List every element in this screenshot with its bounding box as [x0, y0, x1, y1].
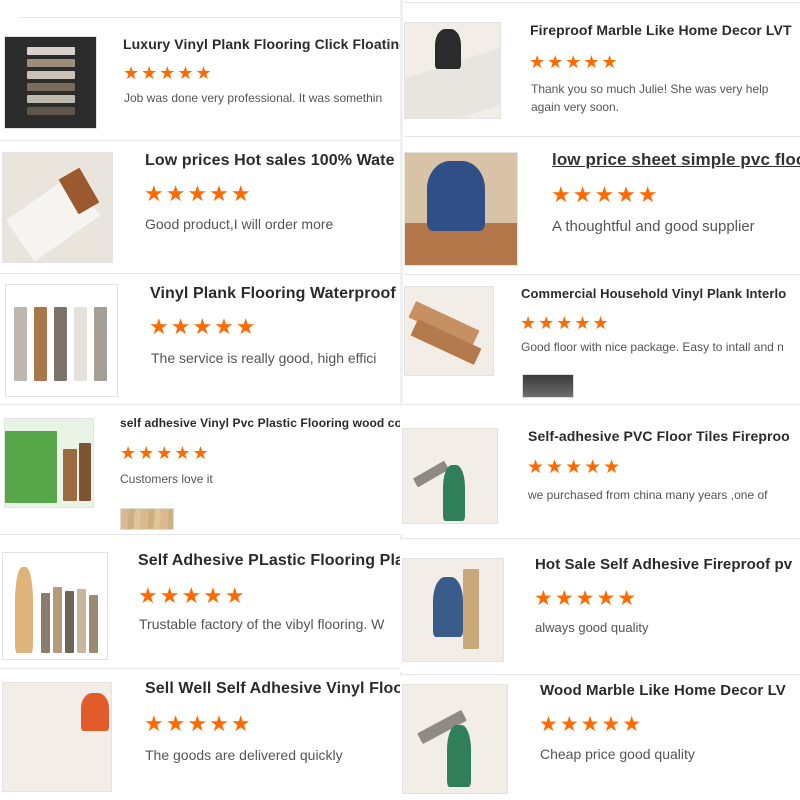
- peel-tape-roll-image[interactable]: [2, 152, 113, 263]
- stacked-wood-planks-image[interactable]: [404, 286, 494, 376]
- rating-stars: ★★★★★: [539, 713, 644, 736]
- product-title[interactable]: self adhesive Vinyl Pvc Plastic Flooring…: [120, 416, 400, 430]
- review-card[interactable]: Self-adhesive PVC Floor Tiles Fireproo ★…: [400, 406, 800, 534]
- card-divider: [404, 674, 800, 675]
- product-title[interactable]: Low prices Hot sales 100% Wate: [145, 152, 400, 170]
- review-text: always good quality: [535, 620, 649, 635]
- review-text: Thank you so much Julie! She was very he…: [531, 82, 769, 96]
- review-text: Customers love it: [120, 472, 213, 486]
- rating-stars: ★★★★★: [527, 457, 623, 478]
- product-title[interactable]: Hot Sale Self Adhesive Fireproof pv: [535, 556, 800, 573]
- worker-kneeling-image[interactable]: [404, 152, 518, 266]
- product-title[interactable]: Sell Well Self Adhesive Vinyl Floo: [145, 680, 400, 698]
- rating-stars: ★★★★★: [149, 314, 258, 339]
- vinyl-plank-samples-image[interactable]: [4, 36, 97, 129]
- installer-wood-floor-image[interactable]: [2, 682, 112, 792]
- review-text: we purchased from china many years ,one …: [528, 488, 768, 502]
- review-card[interactable]: Hot Sale Self Adhesive Fireproof pv ★★★★…: [400, 540, 800, 672]
- review-card[interactable]: self adhesive Vinyl Pvc Plastic Flooring…: [0, 406, 400, 532]
- card-divider: [0, 273, 400, 274]
- review-card[interactable]: Low prices Hot sales 100% Wate ★★★★★ Goo…: [0, 142, 400, 270]
- rating-stars: ★★★★★: [529, 52, 620, 72]
- review-card[interactable]: Self Adhesive PLastic Flooring Plai ★★★★…: [0, 536, 400, 666]
- rating-stars: ★★★★★: [534, 587, 639, 610]
- review-card[interactable]: Wood Marble Like Home Decor LV ★★★★★ Che…: [400, 676, 800, 800]
- rating-stars: ★★★★★: [123, 63, 214, 83]
- warehouse-worker-image[interactable]: [402, 428, 498, 524]
- card-divider: [404, 136, 800, 137]
- review-card[interactable]: Fireproof Marble Like Home Decor LVT ★★★…: [404, 4, 800, 132]
- rating-stars: ★★★★★: [138, 583, 247, 608]
- five-plank-swatches-image[interactable]: [5, 284, 118, 397]
- review-attachment-image[interactable]: [522, 374, 574, 398]
- card-divider: [404, 538, 800, 539]
- catalog-planks-image[interactable]: [4, 418, 94, 508]
- card-divider: [0, 404, 400, 405]
- product-title[interactable]: Fireproof Marble Like Home Decor LVT: [530, 22, 800, 38]
- product-title[interactable]: Commercial Household Vinyl Plank Interlo: [521, 286, 800, 301]
- review-attachment-image[interactable]: [120, 508, 174, 530]
- product-title[interactable]: low price sheet simple pvc floo: [552, 150, 800, 170]
- review-card[interactable]: Sell Well Self Adhesive Vinyl Floo ★★★★★…: [0, 670, 400, 800]
- card-divider: [0, 668, 400, 669]
- rating-stars: ★★★★★: [520, 313, 611, 333]
- review-text: Job was done very professional. It was s…: [124, 91, 383, 105]
- card-divider: [0, 140, 400, 141]
- rating-stars: ★★★★★: [144, 181, 253, 206]
- review-text: Trustable factory of the vibyl flooring.…: [139, 616, 385, 632]
- rating-stars: ★★★★★: [551, 182, 660, 207]
- top-divider-right: [404, 2, 800, 3]
- product-title[interactable]: Wood Marble Like Home Decor LV: [540, 682, 800, 699]
- review-card[interactable]: Commercial Household Vinyl Plank Interlo…: [404, 276, 800, 400]
- review-text: The service is really good, high effici: [151, 350, 377, 366]
- review-card[interactable]: Vinyl Plank Flooring Waterproof ★★★★★ Th…: [0, 275, 400, 400]
- installing-floor-image[interactable]: [404, 22, 501, 119]
- product-title[interactable]: Self-adhesive PVC Floor Tiles Fireproo: [528, 428, 800, 444]
- product-title[interactable]: Vinyl Plank Flooring Waterproof: [150, 285, 400, 303]
- review-text: Good floor with nice package. Easy to in…: [521, 340, 784, 354]
- review-text-continued: again very soon.: [531, 100, 620, 114]
- review-card[interactable]: low price sheet simple pvc floo ★★★★★ A …: [404, 138, 800, 272]
- factory-staff-image[interactable]: [402, 558, 504, 662]
- model-with-planks-image[interactable]: [2, 552, 108, 660]
- card-divider: [404, 274, 800, 275]
- rating-stars: ★★★★★: [120, 443, 211, 463]
- product-title[interactable]: Luxury Vinyl Plank Flooring Click Floati…: [123, 36, 400, 52]
- review-text: Cheap price good quality: [540, 746, 695, 762]
- card-divider: [0, 534, 400, 535]
- warehouse-worker-plank-image[interactable]: [402, 684, 508, 794]
- rating-stars: ★★★★★: [144, 711, 253, 736]
- product-title[interactable]: Self Adhesive PLastic Flooring Plai: [138, 552, 400, 570]
- review-card[interactable]: Luxury Vinyl Plank Flooring Click Floati…: [0, 20, 400, 138]
- review-text: The goods are delivered quickly: [145, 747, 343, 763]
- review-text: Good product,I will order more: [145, 216, 334, 232]
- card-divider: [404, 404, 800, 405]
- review-text: A thoughtful and good supplier: [552, 218, 755, 235]
- top-divider-left: [20, 17, 400, 18]
